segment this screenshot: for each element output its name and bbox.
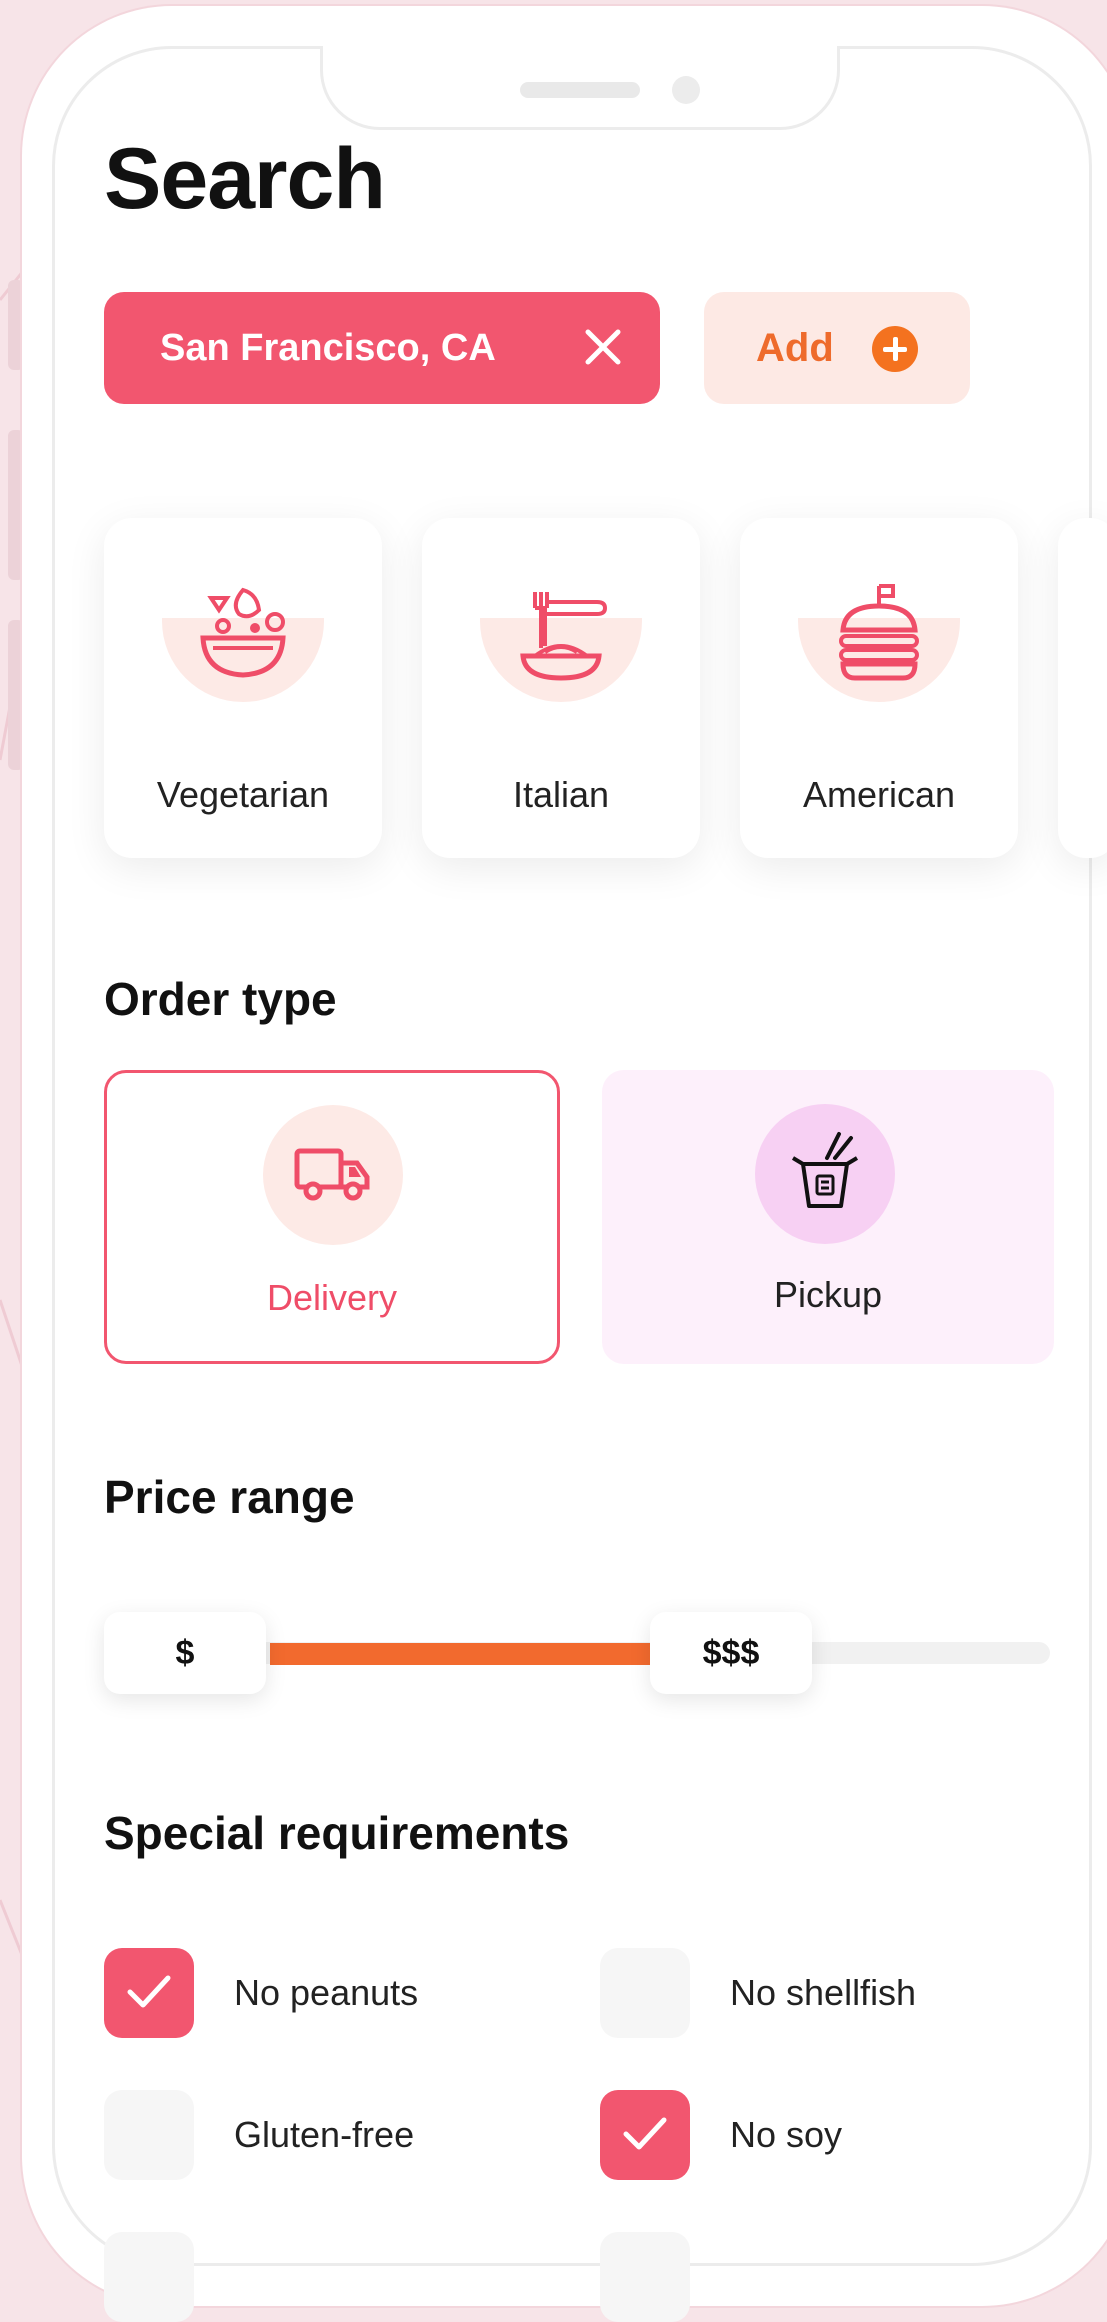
check-icon	[623, 2117, 667, 2150]
add-button-label: Add	[756, 325, 834, 370]
price-min-label: $	[175, 1633, 195, 1672]
order-option-label: Pickup	[773, 1274, 883, 1315]
burger-icon	[839, 584, 919, 681]
order-option-pickup[interactable]: Pickup	[602, 1070, 1054, 1364]
price-range-heading: Price range	[104, 1471, 355, 1523]
requirement-label: Gluten-free	[234, 2114, 415, 2155]
checkbox-partial[interactable]	[600, 2232, 690, 2322]
close-icon[interactable]	[578, 322, 628, 372]
checkbox-no-peanuts[interactable]	[104, 1948, 194, 2038]
price-slider-max-handle[interactable]: $$$	[650, 1612, 812, 1694]
speaker-icon	[520, 82, 640, 98]
order-option-delivery[interactable]: Delivery	[104, 1070, 560, 1364]
camera-icon	[672, 76, 700, 104]
category-label: American	[802, 774, 956, 815]
checkbox-no-shellfish[interactable]	[600, 1948, 690, 2038]
price-slider-fill	[270, 1643, 652, 1665]
location-chip[interactable]: San Francisco, CA	[104, 292, 660, 404]
location-chip-label: San Francisco, CA	[160, 326, 496, 369]
category-card-vegetarian[interactable]: Vegetarian	[104, 518, 382, 858]
delivery-truck-icon	[294, 1148, 370, 1201]
icon-backdrop	[755, 1104, 895, 1244]
spaghetti-icon	[520, 592, 608, 681]
order-type-heading: Order type	[104, 973, 337, 1025]
special-requirements-heading: Special requirements	[104, 1807, 570, 1859]
requirement-label: No soy	[730, 2114, 843, 2155]
takeout-box-icon	[791, 1132, 859, 1208]
checkbox-no-soy[interactable]	[600, 2090, 690, 2180]
order-option-label: Delivery	[266, 1277, 398, 1318]
requirement-label: No peanuts	[234, 1972, 419, 2013]
add-location-button[interactable]: Add	[704, 292, 970, 404]
category-card-partial[interactable]	[1058, 518, 1107, 858]
category-label: Italian	[512, 774, 610, 815]
checkbox-gluten-free[interactable]	[104, 2090, 194, 2180]
category-card-american[interactable]: American	[740, 518, 1018, 858]
plus-circle-icon	[872, 326, 918, 372]
checkbox-partial[interactable]	[104, 2232, 194, 2322]
icon-backdrop	[263, 1105, 403, 1245]
requirement-label: No shellfish	[730, 1972, 917, 2013]
price-slider-min-handle[interactable]: $	[104, 1612, 266, 1694]
category-label: Vegetarian	[156, 774, 330, 815]
check-icon	[127, 1975, 171, 2008]
price-max-label: $$$	[702, 1633, 760, 1672]
salad-bowl-icon	[200, 587, 286, 678]
category-card-italian[interactable]: Italian	[422, 518, 700, 858]
page-title: Search	[104, 131, 386, 227]
